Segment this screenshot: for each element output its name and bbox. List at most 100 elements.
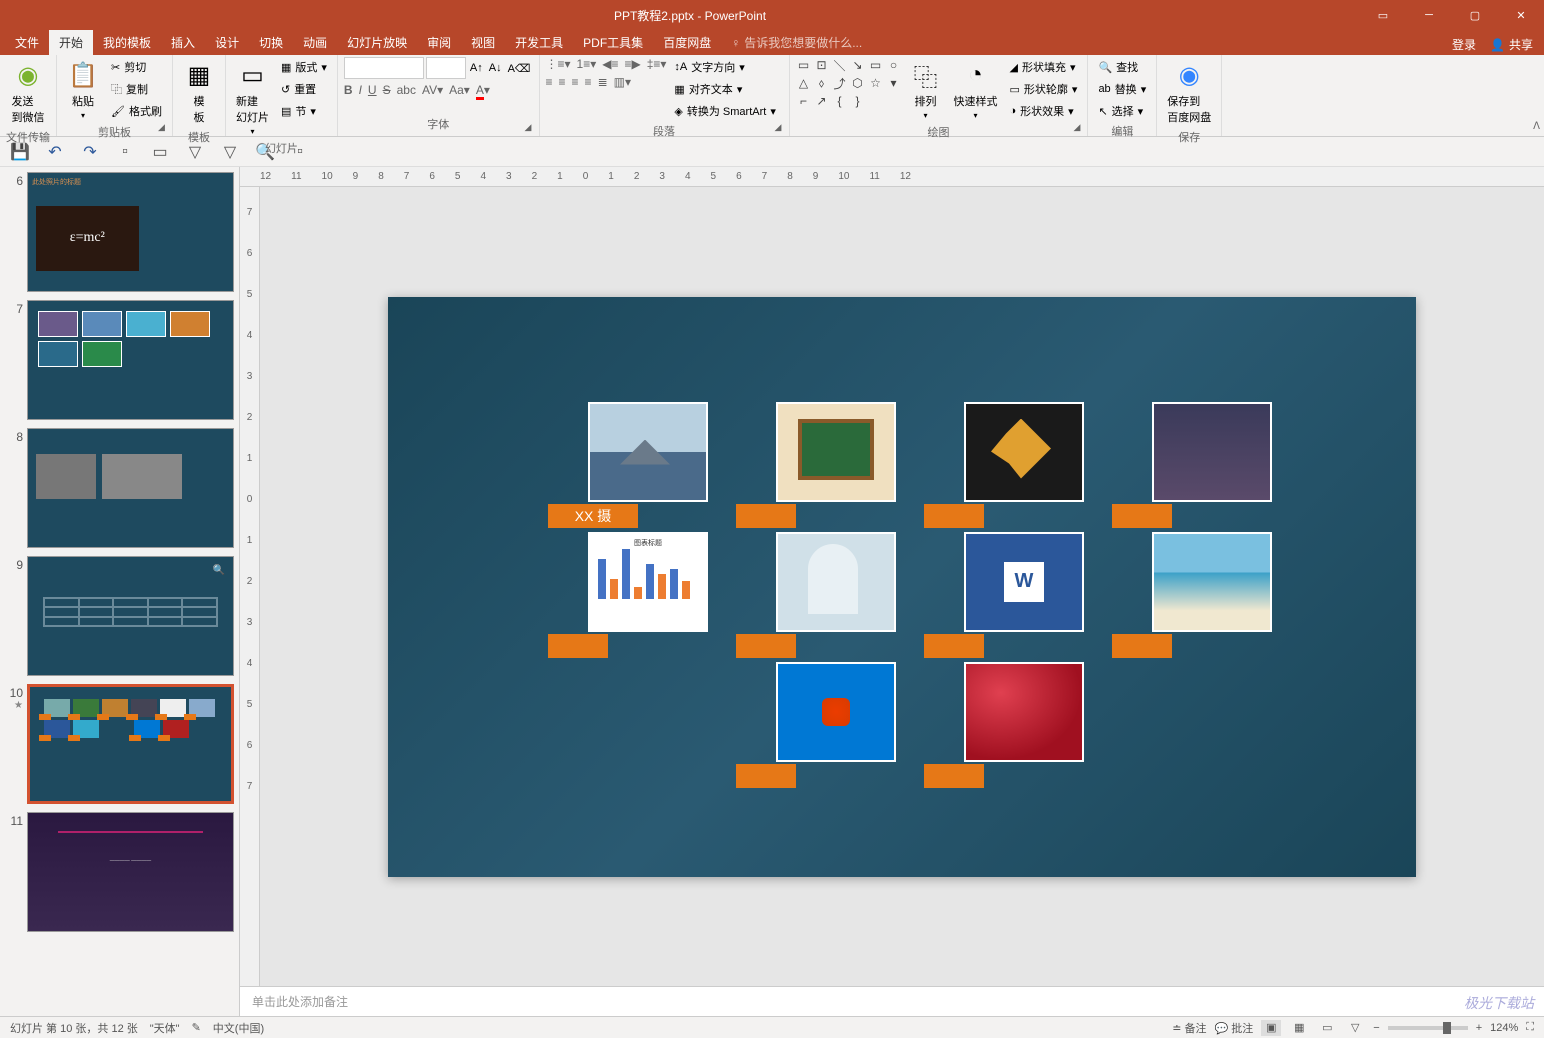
slideshow-view-button[interactable]: ▽ — [1345, 1020, 1365, 1036]
tab-animations[interactable]: 动画 — [293, 30, 337, 55]
align-text-button[interactable]: ▦对齐文本 ▾ — [670, 79, 779, 99]
collapse-ribbon-button[interactable]: ᐱ — [1529, 117, 1544, 136]
sorter-view-button[interactable]: ▦ — [1289, 1020, 1309, 1036]
section-button[interactable]: ▤节 ▾ — [277, 101, 331, 121]
slide-image-1[interactable]: XX 摄 — [588, 402, 728, 522]
align-left-button[interactable]: ≡ — [546, 75, 553, 89]
tab-design[interactable]: 设计 — [205, 30, 249, 55]
slide-image-8[interactable] — [1152, 532, 1292, 652]
notes-pane[interactable]: 单击此处添加备注 — [240, 986, 1544, 1016]
smartart-button[interactable]: ◈转换为 SmartArt ▾ — [670, 101, 779, 121]
char-spacing-button[interactable]: AV▾ — [422, 83, 443, 97]
shape-rarrow-icon[interactable]: ⬨ — [814, 75, 830, 91]
horizontal-ruler[interactable]: 1211109876543210123456789101112 — [240, 167, 1544, 187]
line-spacing-button[interactable]: ‡≡▾ — [647, 57, 667, 71]
bullets-button[interactable]: ⋮≡▾ — [546, 57, 571, 71]
shape-brace-icon[interactable]: { — [832, 93, 848, 109]
shape-oval-icon[interactable]: ○ — [886, 57, 902, 73]
change-case-button[interactable]: Aa▾ — [449, 83, 470, 97]
shape-connector-icon[interactable]: ↗ — [814, 93, 830, 109]
redo-button[interactable]: ↷ — [80, 142, 100, 162]
slide-thumb-9[interactable]: 🔍 — [27, 556, 234, 676]
slide-image-5[interactable]: 图表标题 — [588, 532, 728, 652]
slide-image-7[interactable]: W — [964, 532, 1104, 652]
text-direction-button[interactable]: ↕A文字方向 ▾ — [670, 57, 779, 77]
language-indicator[interactable]: 中文(中国) — [213, 1020, 264, 1036]
save-baidu-button[interactable]: ◉ 保存到 百度网盘 — [1163, 57, 1215, 127]
font-color-button[interactable]: A▾ — [476, 83, 490, 97]
shape-textbox-icon[interactable]: ⊡ — [814, 57, 830, 73]
notes-toggle[interactable]: ≐ 备注 — [1172, 1020, 1206, 1036]
clear-format-icon[interactable]: A⌫ — [506, 62, 533, 75]
cut-button[interactable]: ✂剪切 — [107, 57, 166, 77]
slide-thumb-7[interactable] — [27, 300, 234, 420]
paragraph-launcher[interactable]: ◢ — [775, 122, 787, 134]
drawing-launcher[interactable]: ◢ — [1073, 122, 1085, 134]
align-center-button[interactable]: ≡ — [559, 75, 566, 89]
decrease-indent-button[interactable]: ◀≡ — [602, 57, 618, 71]
tab-pdf[interactable]: PDF工具集 — [573, 30, 653, 55]
font-launcher[interactable]: ◢ — [525, 122, 537, 134]
increase-indent-button[interactable]: ≡▶ — [624, 57, 640, 71]
tab-home[interactable]: 开始 — [49, 30, 93, 55]
italic-button[interactable]: I — [359, 83, 362, 97]
zoom-out-button[interactable]: − — [1373, 1022, 1379, 1034]
shape-fill-button[interactable]: ◢形状填充 ▾ — [1006, 57, 1082, 77]
slide-counter[interactable]: 幻灯片 第 10 张，共 12 张 — [10, 1020, 138, 1036]
distribute-button[interactable]: ≣ — [598, 75, 608, 89]
format-painter-button[interactable]: 🖌格式刷 — [107, 101, 166, 121]
shape-more-icon[interactable]: ▾ — [886, 75, 902, 91]
shape-hexagon-icon[interactable]: ⬡ — [850, 75, 866, 91]
shape-line-icon[interactable]: ＼ — [832, 57, 848, 73]
tab-slideshow[interactable]: 幻灯片放映 — [337, 30, 417, 55]
slide-thumb-8[interactable] — [27, 428, 234, 548]
shape-triangle-icon[interactable]: △ — [796, 75, 812, 91]
quick-styles-button[interactable]: ◔ 快速样式 ▾ — [950, 57, 1002, 122]
tab-baidu[interactable]: 百度网盘 — [653, 30, 721, 55]
bold-button[interactable]: B — [344, 83, 353, 97]
tab-review[interactable]: 审阅 — [417, 30, 461, 55]
minimize-button[interactable]: ─ — [1406, 0, 1452, 30]
zoom-in-button[interactable]: + — [1476, 1022, 1482, 1034]
shape-elbow-icon[interactable]: ⌐ — [796, 93, 812, 109]
ribbon-display-icon[interactable]: ▭ — [1360, 0, 1406, 30]
zoom-slider[interactable] — [1388, 1026, 1468, 1030]
slide-image-4[interactable] — [1152, 402, 1292, 522]
new-slide-button[interactable]: ▭ 新建 幻灯片 ▾ — [232, 57, 273, 138]
comments-toggle[interactable]: 💬 批注 — [1215, 1020, 1254, 1036]
qat-btn-5[interactable]: ▭ — [150, 142, 170, 162]
login-button[interactable]: 登录 — [1452, 36, 1476, 53]
slide-image-9[interactable] — [776, 662, 916, 782]
normal-view-button[interactable]: ▣ — [1261, 1020, 1281, 1036]
layout-button[interactable]: ▦版式 ▾ — [277, 57, 331, 77]
increase-font-icon[interactable]: A↑ — [468, 62, 485, 74]
template-button[interactable]: ▦ 模 板 — [179, 57, 219, 127]
align-right-button[interactable]: ≡ — [572, 75, 579, 89]
spell-check-icon[interactable]: ✎ — [192, 1021, 201, 1034]
clipboard-launcher[interactable]: ◢ — [158, 122, 170, 134]
numbering-button[interactable]: 1≡▾ — [577, 57, 597, 71]
copy-button[interactable]: ⿻复制 — [107, 79, 166, 99]
shadow-button[interactable]: abc — [397, 83, 416, 97]
slide-image-10[interactable] — [964, 662, 1104, 782]
font-size-combo[interactable] — [426, 57, 466, 79]
share-button[interactable]: 👤 共享 — [1484, 34, 1539, 55]
slide-image-2[interactable] — [776, 402, 916, 522]
strikethrough-button[interactable]: S — [383, 83, 391, 97]
shape-star-icon[interactable]: ☆ — [868, 75, 884, 91]
slide-thumb-10[interactable] — [27, 684, 234, 804]
shapes-gallery[interactable]: ▭ ⊡ ＼ ↘ ▭ ○ △ ⬨ ⤴ ⬡ ☆ ▾ ⌐ ↗ { } — [796, 57, 902, 109]
shape-rect2-icon[interactable]: ▭ — [868, 57, 884, 73]
reading-view-button[interactable]: ▭ — [1317, 1020, 1337, 1036]
font-name-combo[interactable] — [344, 57, 424, 79]
slide-image-6[interactable] — [776, 532, 916, 652]
tab-file[interactable]: 文件 — [5, 30, 49, 55]
slide-thumb-6[interactable]: 此处照片的标题 ε=mc² — [27, 172, 234, 292]
tab-templates[interactable]: 我的模板 — [93, 30, 161, 55]
tab-developer[interactable]: 开发工具 — [505, 30, 573, 55]
arrange-button[interactable]: ⿻ 排列 ▾ — [906, 57, 946, 122]
tab-view[interactable]: 视图 — [461, 30, 505, 55]
shape-rect-icon[interactable]: ▭ — [796, 57, 812, 73]
slide-thumb-11[interactable]: ———— ———— — [27, 812, 234, 932]
columns-button[interactable]: ▥▾ — [614, 75, 631, 89]
